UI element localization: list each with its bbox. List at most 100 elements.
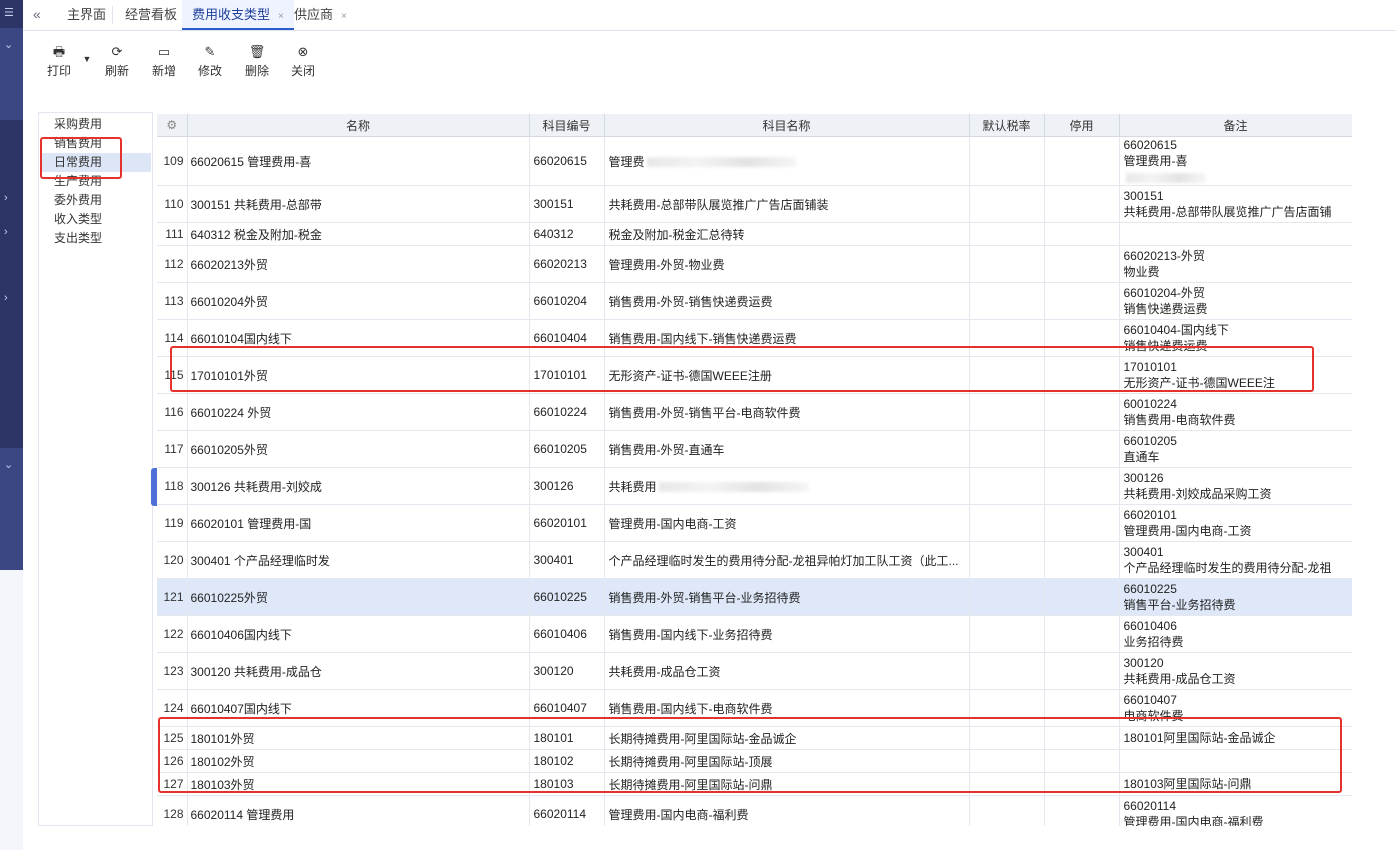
row-index-cell[interactable]: 114 [157,319,188,357]
row-index-cell[interactable]: 126 [157,749,188,773]
note-cell[interactable]: 300151 共耗费用-总部带队展览推广广告店面铺 [1119,185,1352,223]
note-cell[interactable]: 66010204-外贸 销售快递费运费 [1119,282,1352,320]
row-index-cell[interactable]: 122 [157,615,188,653]
code-cell[interactable]: 66020213 [529,245,605,283]
row-index-cell[interactable]: 123 [157,652,188,690]
name-cell[interactable]: 66020213外贸 [187,245,530,283]
type-item-sales[interactable]: 销售费用 [54,134,102,153]
note-cell[interactable]: 66020615 管理费用-喜 [1119,136,1352,186]
row-index-cell[interactable]: 109 [157,136,188,186]
note-cell[interactable]: 60010224 销售费用-电商软件费 [1119,393,1352,431]
column-header-name[interactable]: 名称 [187,114,530,137]
subject-cell[interactable]: 销售费用-外贸-销售平台-业务招待费 [604,578,970,616]
note-cell[interactable]: 180101阿里国际站-金品诚企 [1119,726,1352,750]
name-cell[interactable]: 66010407国内线下 [187,689,530,727]
note-cell[interactable]: 300120 共耗费用-成品仓工资 [1119,652,1352,690]
table-row[interactable]: 117 66010205外贸 66010205 销售费用-外贸-直通车 66010205… [157,430,1352,468]
code-cell[interactable]: 66010225 [529,578,605,616]
name-cell[interactable]: 300120 共耗费用-成品仓 [187,652,530,690]
column-header-subject[interactable]: 科目名称 [604,114,970,137]
table-row[interactable]: 110 300151 共耗费用-总部带 300151 共耗费用-总部带队展览推广广告店… [157,185,1352,223]
tax-rate-cell[interactable] [969,772,1045,796]
disabled-cell[interactable] [1044,504,1120,542]
subject-cell[interactable]: 共耗费用-总部带队展览推广广告店面铺装 [604,185,970,223]
disabled-cell[interactable] [1044,430,1120,468]
note-cell[interactable]: 17010101 无形资产-证书-德国WEEE注 [1119,356,1352,394]
disabled-cell[interactable] [1044,467,1120,505]
edit-button[interactable]: ✎ 修改 [190,44,230,79]
disabled-cell[interactable] [1044,185,1120,223]
name-cell[interactable]: 66020615 管理费用-喜 [187,136,530,186]
table-row[interactable]: 125 180101外贸 180101 长期待摊费用-阿里国际站-金品诚企 180101… [157,726,1352,750]
subject-cell[interactable]: 长期待摊费用-阿里国际站-金品诚企 [604,726,970,750]
row-index-cell[interactable]: 113 [157,282,188,320]
code-cell[interactable]: 66010204 [529,282,605,320]
subject-cell[interactable]: 管理费用-外贸-物业费 [604,245,970,283]
tax-rate-cell[interactable] [969,615,1045,653]
row-index-cell[interactable]: 117 [157,430,188,468]
code-cell[interactable]: 66020114 [529,795,605,826]
note-cell[interactable] [1119,749,1352,773]
disabled-cell[interactable] [1044,578,1120,616]
code-cell[interactable]: 66020101 [529,504,605,542]
name-cell[interactable]: 66020101 管理费用-国 [187,504,530,542]
type-item-purchase[interactable]: 采购费用 [54,115,102,134]
note-cell[interactable]: 66010407 电商软件费 [1119,689,1352,727]
close-icon[interactable]: × [341,11,347,22]
disabled-cell[interactable] [1044,245,1120,283]
tax-rate-cell[interactable] [969,222,1045,246]
chevron-down-icon[interactable]: ⌄ [4,458,13,471]
name-cell[interactable]: 180101外贸 [187,726,530,750]
note-cell[interactable]: 66010406 业务招待费 [1119,615,1352,653]
note-cell[interactable]: 300126 共耗费用-刘姣成品采购工资 [1119,467,1352,505]
note-cell[interactable]: 66010404-国内线下 销售快递费运费 [1119,319,1352,357]
subject-cell[interactable]: 长期待摊费用-阿里国际站-顶展 [604,749,970,773]
disabled-cell[interactable] [1044,772,1120,796]
table-row[interactable]: 120 300401 个产品经理临时发 300401 个产品经理临时发生的费用待分配-… [157,541,1352,579]
chevron-right-icon[interactable]: › [4,226,8,238]
subject-cell[interactable]: 管理费用-国内电商-工资 [604,504,970,542]
row-index-cell[interactable]: 118 [157,467,188,505]
subject-cell[interactable]: 销售费用-国内线下-电商软件费 [604,689,970,727]
row-index-cell[interactable]: 119 [157,504,188,542]
table-row[interactable]: 116 66010224 外贸 66010224 销售费用-外贸-销售平台-电商软件费… [157,393,1352,431]
name-cell[interactable]: 66010224 外贸 [187,393,530,431]
disabled-cell[interactable] [1044,615,1120,653]
table-row[interactable]: 115 17010101外贸 17010101 无形资产-证书-德国WEEE注册 170… [157,356,1352,394]
row-index-cell[interactable]: 110 [157,185,188,223]
table-row[interactable]: 124 66010407国内线下 66010407 销售费用-国内线下-电商软件费 66… [157,689,1352,727]
code-cell[interactable]: 300151 [529,185,605,223]
type-item-income[interactable]: 收入类型 [54,210,102,229]
row-index-cell[interactable]: 111 [157,222,188,246]
tax-rate-cell[interactable] [969,689,1045,727]
tab-supplier[interactable]: 供应商 × [284,0,357,30]
disabled-cell[interactable] [1044,652,1120,690]
refresh-button[interactable]: ⟳ 刷新 [97,44,137,79]
tax-rate-cell[interactable] [969,185,1045,223]
table-row[interactable]: 122 66010406国内线下 66010406 销售费用-国内线下-业务招待费 66… [157,615,1352,653]
print-button[interactable]: 🖶 打印 [39,44,79,79]
note-cell[interactable]: 66020101 管理费用-国内电商-工资 [1119,504,1352,542]
code-cell[interactable]: 180102 [529,749,605,773]
close-icon[interactable]: × [278,11,284,22]
disabled-cell[interactable] [1044,319,1120,357]
disabled-cell[interactable] [1044,749,1120,773]
code-cell[interactable]: 17010101 [529,356,605,394]
add-button[interactable]: ▭ 新增 [144,44,184,79]
tax-rate-cell[interactable] [969,504,1045,542]
tax-rate-cell[interactable] [969,319,1045,357]
tax-rate-cell[interactable] [969,467,1045,505]
name-cell[interactable]: 66010225外贸 [187,578,530,616]
tab-dashboard[interactable]: 经营看板 [115,0,187,30]
table-row[interactable]: 113 66010204外贸 66010204 销售费用-外贸-销售快递费运费 6601… [157,282,1352,320]
name-cell[interactable]: 66010406国内线下 [187,615,530,653]
code-cell[interactable]: 66010224 [529,393,605,431]
name-cell[interactable]: 180102外贸 [187,749,530,773]
double-chevron-left-icon[interactable]: « [33,6,41,22]
table-row[interactable]: 123 300120 共耗费用-成品仓 300120 共耗费用-成品仓工资 300120… [157,652,1352,690]
subject-cell[interactable]: 税金及附加-税金汇总待转 [604,222,970,246]
code-cell[interactable]: 66010406 [529,615,605,653]
subject-cell[interactable]: 销售费用-国内线下-业务招待费 [604,615,970,653]
disabled-cell[interactable] [1044,136,1120,186]
chevron-right-icon[interactable]: › [4,192,8,204]
